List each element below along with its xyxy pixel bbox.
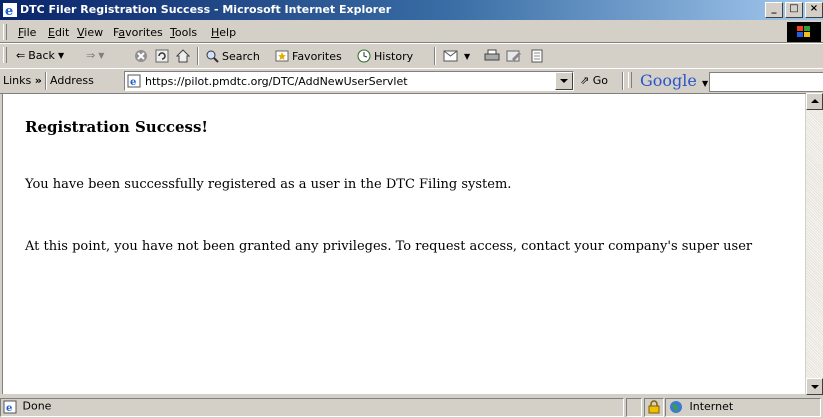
page-icon: e [127, 74, 141, 88]
discuss-button[interactable] [530, 49, 544, 63]
window-title: DTC Filer Registration Success - Microso… [20, 3, 392, 16]
search-button[interactable]: Search [205, 49, 260, 63]
lock-icon [648, 400, 660, 414]
favorites-label: Favorites [292, 49, 342, 63]
address-dropdown-button[interactable] [555, 72, 573, 90]
toolbar-separator [622, 72, 624, 90]
status-zone-panel[interactable]: Internet [665, 398, 821, 417]
home-icon [176, 49, 190, 63]
close-button[interactable]: × [805, 2, 823, 18]
links-button[interactable]: Links » [3, 74, 42, 87]
ie-logo-icon: e [3, 3, 17, 17]
address-toolbar: Links » Address e https://pilot.pmdtc.or… [0, 68, 823, 94]
print-icon [484, 49, 500, 61]
search-icon [206, 50, 219, 63]
page-heading: Registration Success! [25, 118, 208, 136]
menu-view[interactable]: View [77, 26, 103, 39]
discuss-icon [531, 49, 543, 63]
maximize-button[interactable]: □ [785, 2, 803, 18]
mail-button[interactable]: ▼ [443, 49, 470, 63]
windows-logo-icon [787, 22, 821, 42]
go-button[interactable]: ⇗ Go [580, 74, 608, 87]
refresh-button[interactable] [155, 49, 169, 63]
favorites-button[interactable]: Favorites [275, 49, 342, 63]
back-label: Back [28, 49, 55, 62]
google-toolbar-grip[interactable] [628, 72, 632, 88]
go-arrow-icon: ⇗ [580, 74, 590, 87]
menu-tools[interactable]: Tools [170, 26, 197, 39]
status-text: Done [22, 399, 52, 413]
mail-icon [443, 50, 458, 62]
menu-favorites[interactable]: Favorites [113, 26, 163, 39]
page-done-icon: e [3, 400, 17, 414]
success-message: You have been successfully registered as… [25, 177, 512, 192]
menu-edit[interactable]: Edit [48, 26, 69, 39]
forward-dropdown-icon[interactable]: ▼ [98, 51, 104, 60]
page-content: Registration Success! You have been succ… [2, 93, 805, 394]
favorites-star-icon [275, 50, 289, 62]
privileges-message: At this point, you have not been granted… [25, 239, 753, 254]
minimize-button[interactable]: _ [765, 2, 783, 18]
google-dropdown-icon[interactable]: ▼ [702, 79, 708, 88]
stop-button[interactable] [134, 49, 148, 63]
forward-button[interactable]: ⇒ ▼ [86, 49, 104, 62]
google-logo[interactable]: Google ▼ [640, 71, 708, 90]
svg-text:e: e [130, 77, 136, 88]
browser-window: e DTC Filer Registration Success - Micro… [0, 0, 823, 418]
history-icon [357, 49, 371, 63]
back-dropdown-icon[interactable]: ▼ [58, 51, 64, 60]
back-arrow-icon: ⇐ [16, 49, 26, 62]
svg-text:e: e [5, 4, 13, 17]
menu-help[interactable]: Help [211, 26, 236, 39]
address-url: https://pilot.pmdtc.org/DTC/AddNewUserSe… [145, 75, 408, 88]
zone-label: Internet [689, 400, 734, 413]
menubar-grip[interactable] [3, 24, 7, 40]
globe-icon [670, 401, 682, 413]
scroll-down-button[interactable] [806, 378, 823, 395]
refresh-icon [155, 49, 169, 63]
go-label: Go [592, 74, 608, 87]
address-label: Address [50, 74, 94, 87]
status-panel [626, 398, 642, 417]
links-chevron-icon: » [34, 74, 42, 87]
search-label: Search [222, 49, 260, 63]
toolbar-separator [45, 72, 47, 90]
edit-icon [506, 50, 521, 62]
address-input[interactable]: e https://pilot.pmdtc.org/DTC/AddNewUser… [124, 71, 574, 91]
toolbar-grip[interactable] [3, 47, 7, 63]
toolbar-separator [434, 47, 436, 65]
stop-icon [135, 50, 147, 62]
scroll-up-button[interactable] [806, 93, 823, 110]
back-button[interactable]: ⇐ Back ▼ [16, 49, 64, 62]
toolbar-separator [197, 47, 199, 65]
vertical-scrollbar[interactable] [806, 93, 823, 395]
links-label: Links [3, 74, 32, 87]
menu-bar: File Edit View Favorites Tools Help [0, 21, 823, 43]
history-label: History [374, 49, 414, 63]
home-button[interactable] [176, 49, 190, 63]
status-bar: e Done Internet [0, 396, 823, 418]
status-text-panel: e Done [0, 398, 624, 417]
print-button[interactable] [484, 49, 500, 63]
forward-arrow-icon: ⇒ [86, 49, 96, 62]
mail-dropdown-icon[interactable]: ▼ [464, 52, 470, 61]
standard-toolbar: ⇐ Back ▼ ⇒ ▼ Search Favorites History ▼ [0, 43, 823, 69]
status-security-panel[interactable] [644, 398, 664, 417]
title-bar[interactable]: e DTC Filer Registration Success - Micro… [0, 0, 823, 20]
svg-text:e: e [6, 403, 12, 414]
history-button[interactable]: History [357, 49, 413, 63]
menu-file[interactable]: File [18, 26, 36, 39]
edit-button[interactable] [506, 49, 522, 63]
google-search-input[interactable] [709, 72, 823, 92]
